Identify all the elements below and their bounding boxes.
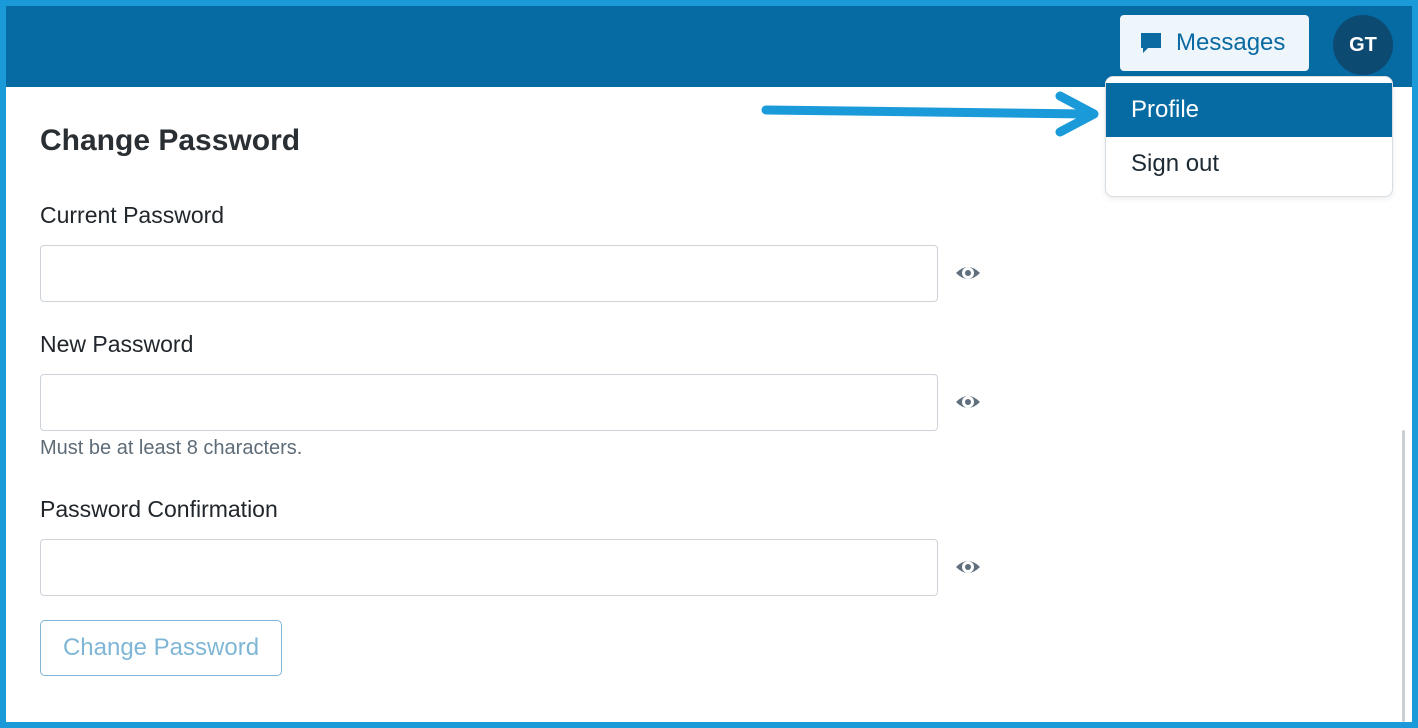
menu-item-label: Profile [1131, 96, 1200, 123]
app-window: Messages GT Profile Sign out Change Pass… [6, 6, 1412, 722]
eye-icon[interactable] [954, 553, 982, 581]
password-confirmation-input[interactable] [40, 539, 938, 596]
vertical-scrollbar[interactable] [1402, 430, 1405, 722]
new-password-input[interactable] [40, 374, 938, 431]
current-password-label: Current Password [40, 202, 225, 228]
password-confirmation-label: Password Confirmation [40, 496, 278, 522]
menu-item-label: Sign out [1131, 150, 1220, 177]
top-nav-bar: Messages GT [6, 6, 1412, 87]
current-password-input[interactable] [40, 245, 938, 302]
messages-label: Messages [1176, 29, 1286, 56]
menu-item-profile[interactable]: Profile [1106, 83, 1392, 137]
new-password-label: New Password [40, 331, 194, 357]
avatar-initials: GT [1349, 33, 1377, 56]
change-password-button[interactable]: Change Password [40, 620, 282, 676]
messages-button[interactable]: Messages [1120, 15, 1309, 71]
user-avatar[interactable]: GT [1333, 15, 1393, 75]
menu-item-sign-out[interactable]: Sign out [1106, 137, 1392, 191]
page-title: Change Password [40, 124, 301, 157]
user-menu-dropdown: Profile Sign out [1105, 76, 1393, 197]
chat-bubble-icon [1138, 30, 1164, 56]
pointer-arrow-icon [761, 91, 1099, 137]
eye-icon[interactable] [954, 388, 982, 416]
new-password-help-text: Must be at least 8 characters. [40, 437, 303, 459]
eye-icon[interactable] [954, 259, 982, 287]
